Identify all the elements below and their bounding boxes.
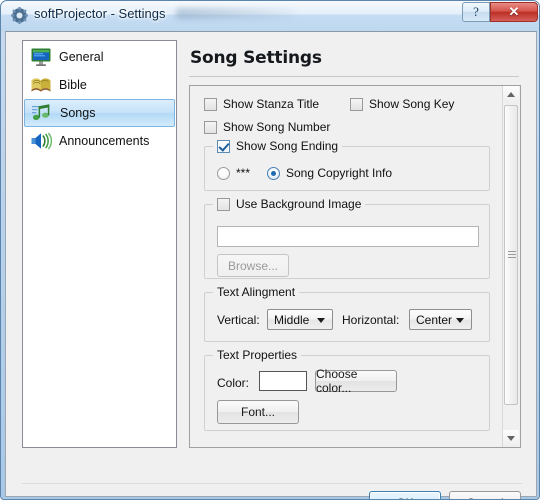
checkbox-label: Show Song Number	[223, 120, 331, 134]
checkbox-box	[204, 120, 217, 134]
music-notes-icon	[31, 102, 53, 124]
speaker-icon	[30, 130, 53, 152]
sidebar-item-general[interactable]: General	[24, 43, 175, 71]
title-bar[interactable]: softProjector - Settings ? ✕	[1, 1, 539, 31]
title-divider	[189, 76, 519, 77]
background-image-path-input[interactable]	[217, 226, 479, 247]
settings-pane-inner: Show Stanza Title Show Song Key Show Son…	[190, 86, 503, 447]
group-label: Text Properties	[217, 348, 298, 362]
radio-dot	[217, 166, 230, 180]
chevron-down-icon	[456, 317, 464, 323]
vertical-label: Vertical:	[217, 313, 260, 327]
browse-button[interactable]: Browse...	[217, 254, 289, 277]
use-background-image-checkbox[interactable]: Use Background Image	[213, 197, 366, 211]
color-label: Color:	[217, 376, 250, 390]
dialog-body: General Bible Songs Announcements Song S…	[5, 31, 538, 499]
scroll-up-button[interactable]	[503, 86, 519, 103]
grip-icon	[508, 251, 516, 259]
caret-down-icon	[507, 436, 515, 441]
sidebar-item-label: General	[59, 50, 104, 64]
settings-category-list[interactable]: General Bible Songs Announcements	[22, 40, 177, 448]
window-title: softProjector - Settings	[34, 6, 166, 21]
song-ending-option-asterisks[interactable]: ***	[217, 166, 250, 180]
sidebar-item-label: Songs	[60, 106, 96, 120]
cancel-button[interactable]: Cancel	[449, 491, 521, 499]
radio-label: Song Copyright Info	[286, 166, 393, 180]
close-button[interactable]: ✕	[490, 2, 538, 22]
sidebar-item-announcements[interactable]: Announcements	[24, 127, 175, 155]
gear-icon	[11, 7, 28, 24]
text-properties-group: Text Properties Color: Choose color... F…	[204, 348, 490, 431]
text-alignment-group: Text Alingment Vertical: Middle Horizont…	[204, 285, 490, 342]
book-icon	[30, 74, 52, 96]
song-ending-group: Show Song Ending *** Song Copyright Info	[204, 139, 490, 191]
checkbox-label: Show Stanza Title	[223, 97, 320, 111]
dialog-footer: OK Cancel	[6, 484, 538, 499]
show-stanza-title-checkbox[interactable]: Show Stanza Title	[204, 97, 319, 111]
group-label: Use Background Image	[236, 197, 362, 211]
background-image-group: Use Background Image Browse...	[204, 197, 490, 279]
horizontal-alignment-value: Center	[416, 312, 453, 327]
show-song-number-checkbox[interactable]: Show Song Number	[204, 120, 330, 134]
settings-content: Song Settings Show Stanza Title Show Son…	[189, 40, 521, 448]
sidebar-item-label: Announcements	[59, 134, 150, 148]
page-title: Song Settings	[190, 48, 322, 68]
vertical-alignment-select[interactable]: Middle	[267, 309, 333, 330]
text-properties-label: Text Properties	[213, 348, 302, 362]
checkbox-box	[350, 97, 363, 111]
song-ending-group-checkbox[interactable]: Show Song Ending	[213, 139, 343, 153]
choose-color-button[interactable]: Choose color...	[315, 367, 397, 395]
titlebar-ghost-artifact	[176, 8, 296, 19]
radio-dot	[267, 166, 280, 180]
checkbox-box	[217, 197, 230, 211]
group-label: Text Alingment	[217, 285, 296, 299]
font-button[interactable]: Font...	[217, 400, 299, 424]
settings-window: softProjector - Settings ? ✕ General Bib…	[0, 0, 540, 500]
text-alignment-label: Text Alingment	[213, 285, 300, 299]
song-ending-option-copyright[interactable]: Song Copyright Info	[267, 166, 392, 180]
sidebar-item-songs[interactable]: Songs	[24, 99, 175, 127]
window-controls: ? ✕	[462, 2, 538, 22]
scroll-down-button[interactable]	[503, 430, 519, 447]
ok-button[interactable]: OK	[369, 491, 441, 499]
show-song-key-checkbox[interactable]: Show Song Key	[350, 97, 454, 111]
settings-scrollbar[interactable]	[502, 86, 520, 447]
horizontal-label: Horizontal:	[342, 313, 400, 327]
help-button[interactable]: ?	[462, 2, 490, 22]
caret-up-icon	[507, 92, 515, 97]
color-swatch[interactable]	[259, 371, 307, 391]
group-label: Show Song Ending	[236, 139, 339, 153]
scrollbar-thumb[interactable]	[504, 105, 518, 405]
radio-label: ***	[236, 166, 251, 180]
sidebar-item-label: Bible	[59, 78, 87, 92]
checkbox-label: Show Song Key	[369, 97, 455, 111]
horizontal-alignment-select[interactable]: Center	[409, 309, 472, 330]
checkbox-box	[204, 97, 217, 111]
vertical-alignment-value: Middle	[274, 312, 310, 327]
settings-scroll-pane: Show Stanza Title Show Song Key Show Son…	[189, 85, 521, 448]
chevron-down-icon	[317, 317, 325, 323]
monitor-icon	[30, 46, 52, 68]
checkbox-box	[217, 139, 230, 153]
sidebar-item-bible[interactable]: Bible	[24, 71, 175, 99]
